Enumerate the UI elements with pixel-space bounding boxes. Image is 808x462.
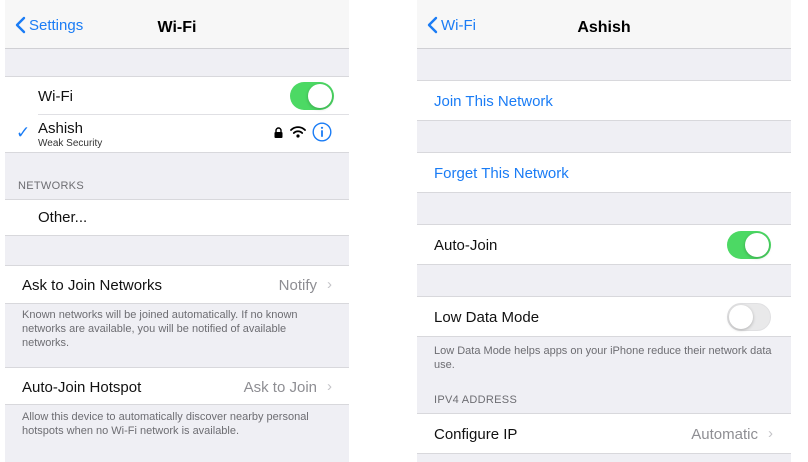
info-icon[interactable] <box>312 122 332 142</box>
nav-bar: Settings Wi-Fi <box>5 0 349 49</box>
low-data-mode-footer: Low Data Mode helps apps on your iPhone … <box>434 345 772 371</box>
checkmark-icon: ✓ <box>16 123 31 142</box>
join-network-button[interactable]: Join This Network <box>434 93 553 110</box>
auto-join-hotspot-value: Ask to Join <box>243 379 317 396</box>
ask-to-join-label: Ask to Join Networks <box>22 277 163 294</box>
auto-join-toggle[interactable] <box>727 231 771 259</box>
low-data-mode-row: Low Data Mode <box>417 296 791 337</box>
wifi-group: Wi-Fi ✓ Ashish Weak Security <box>5 76 349 153</box>
toggle-knob <box>745 233 769 257</box>
toggle-knob <box>729 305 753 329</box>
configure-ip-row[interactable]: Configure IP Automatic › <box>417 413 791 454</box>
configure-ip-label: Configure IP <box>434 426 518 443</box>
configure-ip-value: Automatic <box>691 426 758 443</box>
divider <box>38 114 349 115</box>
ask-to-join-footer: Known networks will be joined automatica… <box>22 309 298 349</box>
networks-header: NETWORKS <box>18 180 84 192</box>
network-name: Ashish <box>38 120 84 137</box>
chevron-right-icon: › <box>327 276 332 293</box>
page-title: Wi-Fi <box>157 19 197 36</box>
ask-to-join-value: Notify <box>278 277 317 294</box>
wifi-signal-icon <box>290 126 306 138</box>
hotspot-footer: Allow this device to automatically disco… <box>22 411 309 437</box>
network-subtitle: Weak Security <box>38 138 103 149</box>
page-title: Ashish <box>577 19 631 36</box>
wifi-toggle[interactable] <box>290 82 334 110</box>
ask-to-join-row[interactable]: Ask to Join Networks Notify › <box>5 265 349 304</box>
other-label: Other... <box>38 209 88 226</box>
auto-join-row: Auto-Join <box>417 224 791 265</box>
low-data-mode-toggle[interactable] <box>727 303 771 331</box>
auto-join-hotspot-label: Auto-Join Hotspot <box>22 379 142 396</box>
join-network-row[interactable]: Join This Network <box>417 80 791 121</box>
auto-join-hotspot-row[interactable]: Auto-Join Hotspot Ask to Join › <box>5 367 349 405</box>
network-detail-panel: Wi-Fi Ashish Join This Network Forget Th… <box>417 0 791 462</box>
wifi-settings-panel: Settings Wi-Fi Wi-Fi ✓ Ashish Weak Secur… <box>5 0 349 462</box>
forget-network-row[interactable]: Forget This Network <box>417 152 791 193</box>
nav-bar: Wi-Fi Ashish <box>417 0 791 49</box>
forget-network-button[interactable]: Forget This Network <box>434 165 569 182</box>
toggle-knob <box>308 84 332 108</box>
chevron-right-icon: › <box>768 425 773 442</box>
other-network-row[interactable]: Other... <box>5 199 349 236</box>
low-data-mode-label: Low Data Mode <box>434 309 540 326</box>
lock-icon <box>274 127 283 138</box>
auto-join-label: Auto-Join <box>434 237 498 254</box>
wifi-label: Wi-Fi <box>38 88 73 105</box>
ipv4-header: IPV4 ADDRESS <box>434 394 518 406</box>
chevron-right-icon: › <box>327 378 332 395</box>
